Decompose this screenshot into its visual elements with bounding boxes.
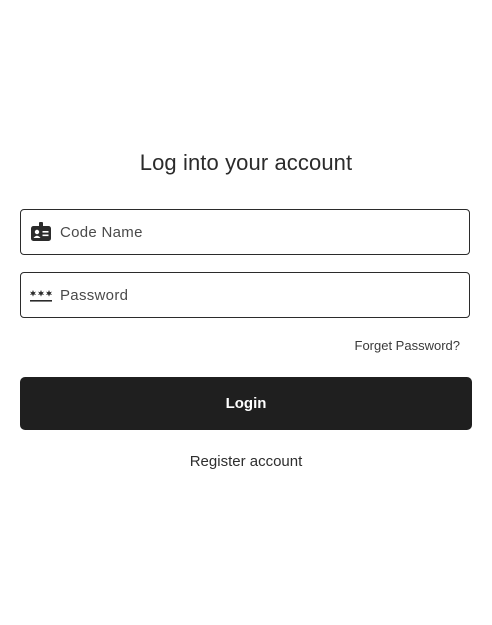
forgot-password-link[interactable]: Forget Password? <box>355 337 461 355</box>
register-account-label[interactable]: Register account <box>190 453 303 470</box>
code-name-input[interactable] <box>59 210 459 254</box>
password-dots-icon <box>29 283 53 307</box>
code-name-field[interactable] <box>20 209 470 255</box>
password-input[interactable] <box>59 273 459 317</box>
login-button-label: Login <box>225 395 267 412</box>
page-title: Log into your account <box>139 150 353 175</box>
login-button[interactable]: Login <box>20 377 472 430</box>
id-badge-icon <box>29 220 53 244</box>
login-page: Log into your account Code Name Forget P… <box>0 0 492 625</box>
register-account-link[interactable]: Register account <box>0 452 492 472</box>
password-field[interactable] <box>20 272 470 318</box>
